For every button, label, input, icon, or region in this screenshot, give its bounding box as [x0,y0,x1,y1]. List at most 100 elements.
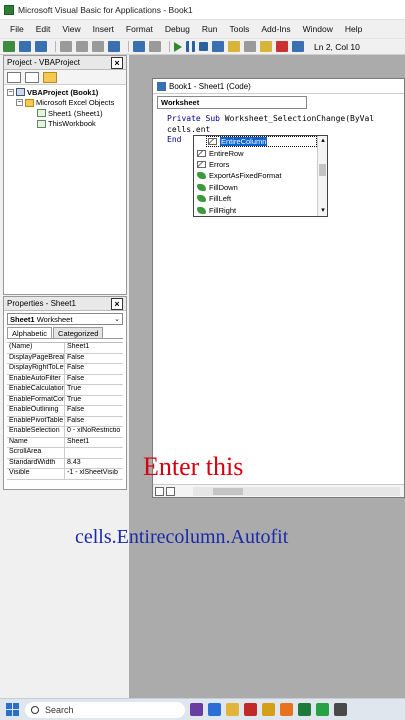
collapse-icon[interactable]: − [7,88,14,96]
property-value[interactable]: 8.43 [65,459,123,469]
save-icon[interactable] [35,41,47,52]
property-row[interactable]: DisplayRightToLef False [7,364,123,375]
help-icon[interactable] [292,41,304,52]
view-excel-icon[interactable] [3,41,15,52]
autocomplete-scrollbar[interactable]: ▴ ▾ [317,136,327,216]
edge-icon[interactable] [208,703,221,716]
property-row[interactable]: (Name) Sheet1 [7,343,123,354]
project-explorer-icon[interactable] [228,41,240,52]
property-value[interactable]: 0 - xlNoRestrictio [65,427,123,437]
property-value[interactable]: Sheet1 [65,343,123,353]
property-value[interactable]: False [65,375,123,385]
autocomplete-item[interactable]: Errors [194,159,327,170]
collapse-icon[interactable]: − [16,99,23,107]
redo-icon[interactable] [149,41,161,52]
view-object-icon[interactable] [25,71,39,83]
property-value[interactable]: True [65,396,123,406]
property-name: ScrollArea [7,448,65,458]
property-value[interactable]: True [65,385,123,395]
reset-icon[interactable] [199,42,208,51]
view-code-icon[interactable] [7,71,21,83]
tree-item-excel-objects[interactable]: − Microsoft Excel Objects [7,98,126,109]
chrome-icon[interactable] [262,703,275,716]
scroll-thumb[interactable] [213,487,243,495]
code-keyword: End [167,135,182,144]
scroll-thumb[interactable] [319,164,326,176]
close-icon[interactable]: × [111,297,123,310]
property-row[interactable]: StandardWidth 8.43 [7,458,123,469]
project-explorer-header: Project - VBAProject × [4,56,126,70]
menu-run[interactable]: Run [196,24,224,34]
taskbar-search[interactable]: Search [25,701,185,718]
youtube-icon[interactable] [244,703,257,716]
autocomplete-item[interactable]: ExportAsFixedFormat [194,170,327,181]
find-icon[interactable] [108,41,120,52]
tree-item-thisworkbook[interactable]: ThisWorkbook [7,119,126,130]
object-dropdown[interactable]: Sheet1 Worksheet ⌄ [7,313,123,325]
property-value[interactable]: Sheet1 [65,438,123,448]
excel-icon[interactable] [298,703,311,716]
autocomplete-item[interactable]: FillRight [194,204,327,215]
powerpoint-icon[interactable] [280,703,293,716]
property-row[interactable]: EnableFormatCon True [7,395,123,406]
cut-icon[interactable] [60,41,72,52]
menu-view[interactable]: View [56,24,86,34]
menu-help[interactable]: Help [339,24,368,34]
property-value[interactable]: False [65,417,123,427]
property-row[interactable]: EnableSelection 0 - xlNoRestrictio [7,427,123,438]
object-browser-icon[interactable] [260,41,272,52]
property-row[interactable]: Name Sheet1 [7,437,123,448]
properties-window-icon[interactable] [244,41,256,52]
close-icon[interactable]: × [111,56,123,69]
toolbox-icon[interactable] [276,41,288,52]
menu-format[interactable]: Format [120,24,159,34]
tab-alphabetic[interactable]: Alphabetic [7,327,53,338]
property-value[interactable]: -1 - xlSheetVisib [65,469,123,479]
property-row[interactable]: Visible -1 - xlSheetVisib [7,469,123,480]
property-row[interactable]: EnablePivotTable False [7,416,123,427]
autocomplete-item[interactable]: EntireColumn [206,136,317,148]
copilot-icon[interactable] [190,703,203,716]
paste-icon[interactable] [92,41,104,52]
property-row[interactable]: ScrollArea [7,448,123,459]
horizontal-scrollbar[interactable] [193,486,400,496]
windows-start-icon[interactable] [6,703,19,716]
menu-addins[interactable]: Add-Ins [255,24,296,34]
autocomplete-item[interactable]: FillLeft [194,193,327,204]
run-icon[interactable] [174,41,182,52]
autocomplete-item[interactable]: EntireRow [194,147,327,158]
scroll-up-icon[interactable]: ▴ [318,136,328,146]
tab-categorized[interactable]: Categorized [53,327,104,338]
undo-icon[interactable] [133,41,145,52]
menu-window[interactable]: Window [297,24,339,34]
property-value[interactable]: False [65,354,123,364]
toggle-folders-icon[interactable] [43,71,57,83]
full-module-view-icon[interactable] [166,486,175,496]
property-value[interactable]: False [65,364,123,374]
copy-icon[interactable] [76,41,88,52]
menu-insert[interactable]: Insert [87,24,120,34]
property-row[interactable]: EnableAutoFilter False [7,374,123,385]
insert-module-icon[interactable] [19,41,31,52]
object-list-value: Worksheet [161,98,200,107]
break-icon[interactable] [186,41,195,52]
whatsapp-icon[interactable] [316,703,329,716]
property-value[interactable] [65,448,123,458]
procedure-view-icon[interactable] [155,486,164,496]
object-list-dropdown[interactable]: Worksheet [157,96,307,109]
menu-debug[interactable]: Debug [159,24,196,34]
menu-file[interactable]: File [4,24,30,34]
tray-icon[interactable] [334,703,347,716]
scroll-down-icon[interactable]: ▾ [318,206,328,216]
property-row[interactable]: EnableOutlining False [7,406,123,417]
property-row[interactable]: EnableCalculation True [7,385,123,396]
property-value[interactable]: False [65,406,123,416]
file-explorer-icon[interactable] [226,703,239,716]
tree-item-vbaproject[interactable]: − VBAProject (Book1) [7,87,126,98]
menu-tools[interactable]: Tools [223,24,255,34]
autocomplete-item[interactable]: FillDown [194,182,327,193]
design-mode-icon[interactable] [212,41,224,52]
menu-edit[interactable]: Edit [30,24,57,34]
property-row[interactable]: DisplayPageBreak False [7,353,123,364]
tree-item-sheet1[interactable]: Sheet1 (Sheet1) [7,108,126,119]
